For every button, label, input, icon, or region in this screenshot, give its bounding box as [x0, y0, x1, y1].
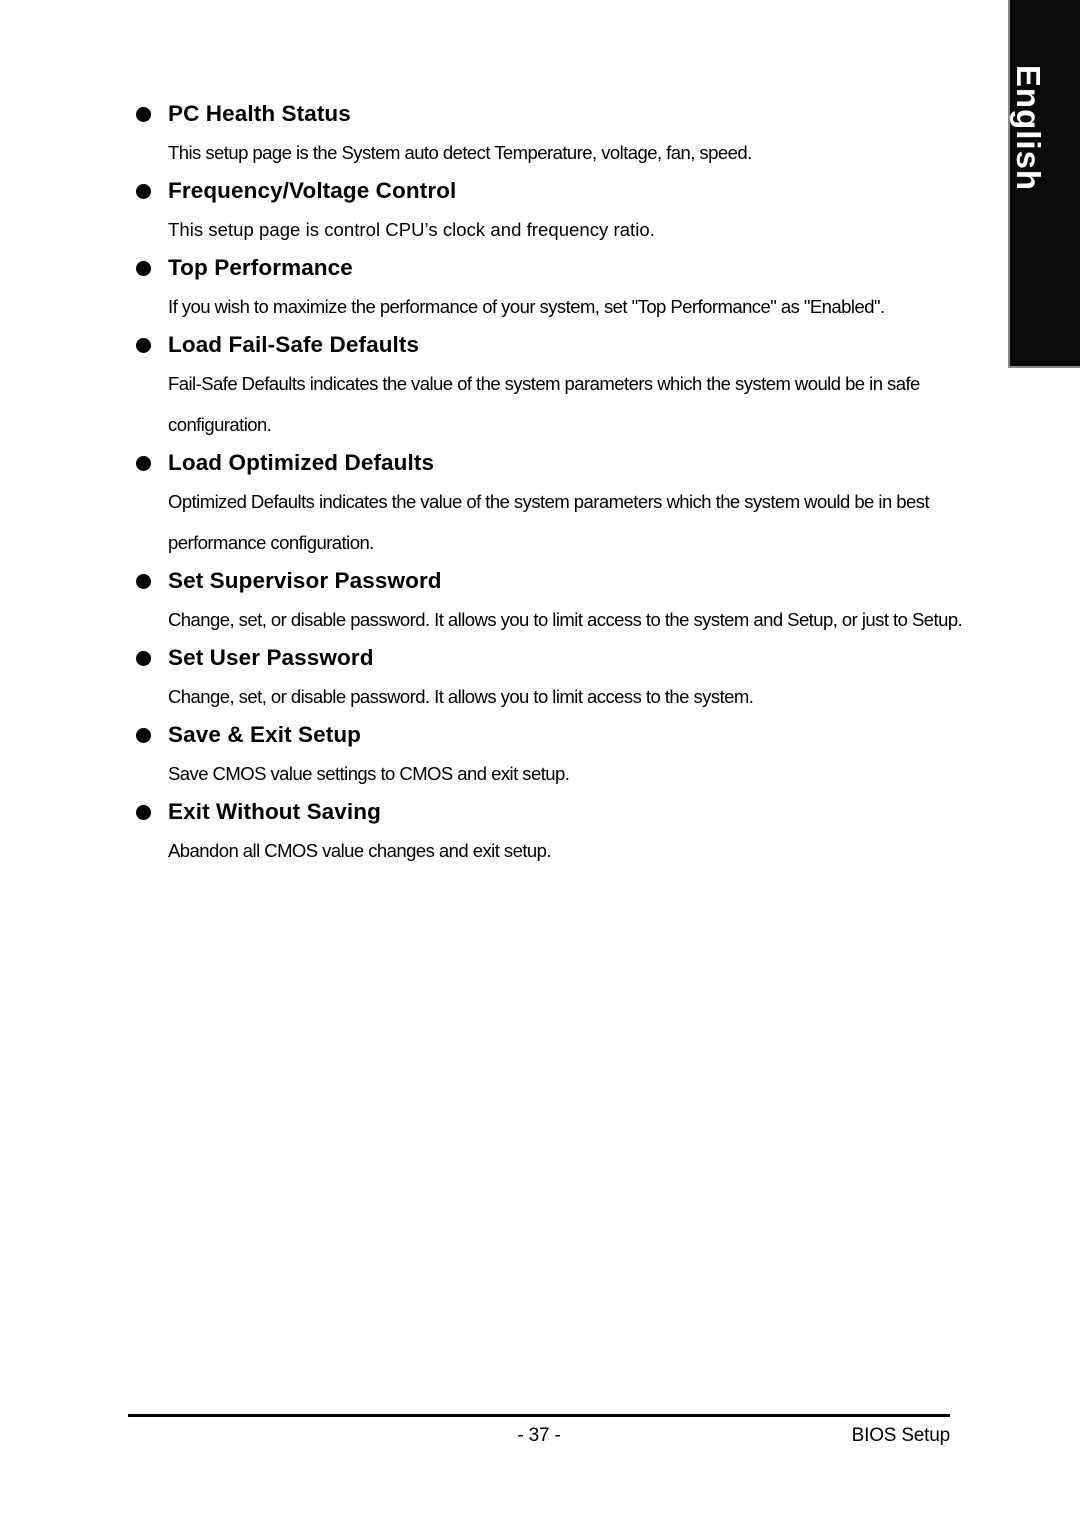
- section-frequency-voltage-control: Frequency/Voltage Control This setup pag…: [128, 173, 964, 250]
- section-description: Save CMOS value settings to CMOS and exi…: [168, 763, 570, 784]
- section-heading-row: Frequency/Voltage Control: [128, 173, 964, 209]
- bullet-icon: [136, 651, 151, 666]
- footer-section-name: BIOS Setup: [851, 1425, 951, 1446]
- section-heading: Top Performance: [168, 255, 353, 280]
- section-description: If you wish to maximize the performance …: [168, 296, 885, 317]
- section-exit-without-saving: Exit Without Saving Abandon all CMOS val…: [128, 794, 964, 871]
- language-tab-label: English: [1010, 64, 1047, 192]
- bullet-icon: [136, 338, 151, 353]
- section-heading-row: Top Performance: [128, 250, 964, 286]
- section-heading-row: Load Optimized Defaults: [128, 445, 964, 481]
- section-pc-health-status: PC Health Status This setup page is the …: [128, 96, 964, 173]
- section-top-performance: Top Performance If you wish to maximize …: [128, 250, 964, 327]
- section-description: Abandon all CMOS value changes and exit …: [168, 840, 552, 861]
- section-set-user-password: Set User Password Change, set, or disabl…: [128, 640, 964, 717]
- section-load-optimized-defaults: Load Optimized Defaults Optimized Defaul…: [128, 445, 964, 563]
- bullet-icon: [136, 184, 151, 199]
- section-set-supervisor-password: Set Supervisor Password Change, set, or …: [128, 563, 964, 640]
- section-heading-row: Exit Without Saving: [128, 794, 964, 830]
- bullet-icon: [136, 261, 151, 276]
- section-heading-row: PC Health Status: [128, 96, 964, 132]
- bullet-icon: [136, 456, 151, 471]
- footer-row: - 37 - BIOS Setup: [128, 1422, 950, 1456]
- section-save-and-exit-setup: Save & Exit Setup Save CMOS value settin…: [128, 717, 964, 794]
- page-number: - 37 -: [517, 1425, 561, 1446]
- bios-setup-section-list: PC Health Status This setup page is the …: [128, 96, 964, 871]
- language-tab-english: English: [1008, 0, 1080, 368]
- footer-divider: [128, 1414, 950, 1417]
- section-heading: Exit Without Saving: [168, 799, 381, 824]
- section-description: Optimized Defaults indicates the value o…: [168, 491, 930, 553]
- page-footer: - 37 - BIOS Setup: [128, 1414, 950, 1456]
- section-description: Change, set, or disable password. It all…: [168, 609, 963, 630]
- section-heading: Frequency/Voltage Control: [168, 178, 457, 203]
- section-heading: Load Optimized Defaults: [168, 450, 435, 475]
- section-load-fail-safe-defaults: Load Fail-Safe Defaults Fail-Safe Defaul…: [128, 327, 964, 445]
- section-heading: PC Health Status: [168, 101, 351, 126]
- section-heading: Load Fail-Safe Defaults: [168, 332, 420, 357]
- section-heading: Set Supervisor Password: [168, 568, 442, 593]
- section-description: Fail-Safe Defaults indicates the value o…: [168, 373, 920, 435]
- section-description: This setup page is the System auto detec…: [168, 142, 752, 163]
- document-page: English PC Health Status This setup page…: [0, 0, 1080, 1529]
- section-heading-row: Save & Exit Setup: [128, 717, 964, 753]
- section-heading-row: Load Fail-Safe Defaults: [128, 327, 964, 363]
- section-description: This setup page is control CPU’s clock a…: [168, 219, 655, 240]
- section-heading: Set User Password: [168, 645, 374, 670]
- bullet-icon: [136, 728, 151, 743]
- section-description: Change, set, or disable password. It all…: [168, 686, 754, 707]
- bullet-icon: [136, 805, 151, 820]
- bullet-icon: [136, 574, 151, 589]
- section-heading-row: Set Supervisor Password: [128, 563, 964, 599]
- section-heading: Save & Exit Setup: [168, 722, 362, 747]
- section-heading-row: Set User Password: [128, 640, 964, 676]
- bullet-icon: [136, 107, 151, 122]
